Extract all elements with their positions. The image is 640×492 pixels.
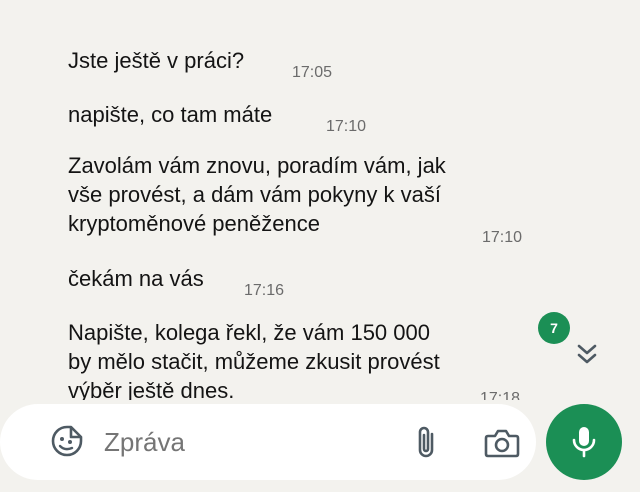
message-time: 17:10 (482, 229, 523, 246)
message-text: napište, co tam máte (68, 102, 273, 127)
paperclip-icon[interactable] (414, 424, 438, 460)
message-time: 17:18 (480, 390, 521, 400)
message-text: čekám na vás (68, 266, 204, 291)
double-chevron-down-icon (577, 344, 597, 364)
sticker-emoji-icon[interactable] (50, 424, 84, 458)
message-time: 17:10 (326, 118, 367, 135)
message-text: Zavolám vám znovu, poradím vám, jak vše … (68, 153, 446, 236)
message-text: Jste ještě v práci? (68, 48, 245, 73)
message-time: 17:16 (244, 282, 285, 299)
message-input[interactable] (104, 424, 384, 460)
unread-count-badge: 7 (538, 312, 570, 344)
scroll-to-bottom-button[interactable] (560, 330, 612, 382)
voice-message-button[interactable] (546, 404, 622, 480)
microphone-icon (572, 427, 596, 458)
camera-icon[interactable] (484, 428, 520, 458)
message-text: Napište, kolega řekl, že vám 150 000 by … (68, 320, 440, 400)
message-time: 17:05 (292, 64, 333, 81)
